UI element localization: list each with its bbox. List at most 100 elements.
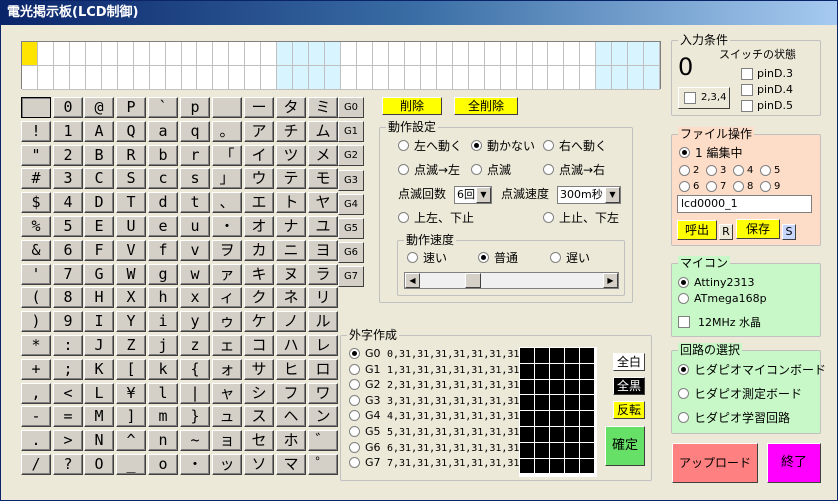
char-button[interactable]: 4: [53, 192, 83, 214]
char-button[interactable]: e: [148, 216, 178, 237]
radio-file-5[interactable]: [760, 165, 771, 176]
char-button[interactable]: *: [21, 335, 51, 356]
radio-gaiji-g6[interactable]: [349, 441, 360, 453]
lcd-cell[interactable]: [69, 66, 86, 90]
radio-move-left[interactable]: [398, 140, 409, 151]
char-button[interactable]: モ: [308, 168, 338, 190]
dot-pixel[interactable]: [580, 395, 594, 411]
lcd-cell[interactable]: [500, 42, 517, 66]
char-button[interactable]: レ: [308, 335, 338, 356]
lcd-cell[interactable]: [117, 66, 134, 90]
char-button[interactable]: ~: [180, 430, 210, 452]
char-button[interactable]: 0: [53, 97, 83, 118]
char-button[interactable]: =: [53, 406, 83, 428]
lcd-cell[interactable]: [181, 42, 198, 66]
char-button[interactable]: t: [180, 192, 210, 214]
pin-d3-checkbox[interactable]: [741, 68, 753, 80]
char-button[interactable]: a: [148, 120, 178, 142]
char-button[interactable]: ニ: [276, 239, 306, 261]
char-button[interactable]: ツ: [276, 144, 306, 166]
char-button[interactable]: O: [84, 454, 114, 475]
char-button[interactable]: ]: [116, 406, 146, 428]
char-button[interactable]: [212, 97, 242, 118]
dot-pixel[interactable]: [520, 426, 534, 442]
char-button[interactable]: 、: [212, 192, 242, 214]
char-button[interactable]: <: [53, 382, 83, 404]
dot-pixel[interactable]: [550, 458, 564, 474]
char-button[interactable]: X: [116, 287, 146, 309]
char-button[interactable]: カ: [244, 239, 274, 261]
char-button[interactable]: R: [116, 144, 146, 166]
lcd-cell[interactable]: [516, 66, 533, 90]
lcd-cell[interactable]: [53, 42, 70, 66]
lcd-cell[interactable]: [37, 42, 54, 66]
radio-attiny[interactable]: [678, 277, 689, 288]
dot-pixel[interactable]: [550, 348, 564, 363]
lcd-cell[interactable]: [564, 66, 581, 90]
radio-normal[interactable]: [478, 252, 489, 263]
lcd-cell[interactable]: [612, 66, 629, 90]
lcd-cell[interactable]: [628, 66, 645, 90]
char-button[interactable]: S: [116, 168, 146, 190]
dot-pixel[interactable]: [550, 395, 564, 411]
lcd-cell[interactable]: [165, 42, 182, 66]
blink-speed-select[interactable]: 300m秒 ▼: [557, 186, 621, 204]
radio-fast[interactable]: [407, 252, 418, 263]
lcd-cell[interactable]: [516, 42, 533, 66]
char-button[interactable]: 7: [53, 263, 83, 285]
speed-slider[interactable]: ◀ ▶: [404, 272, 619, 289]
lcd-cell[interactable]: [165, 66, 182, 90]
radio-file-8[interactable]: [733, 181, 744, 192]
dot-pixel[interactable]: [580, 379, 594, 395]
gaiji-button-g6[interactable]: G6: [338, 242, 364, 264]
dot-pixel[interactable]: [535, 379, 549, 395]
char-button[interactable]: >: [53, 430, 83, 452]
dot-pixel[interactable]: [580, 442, 594, 458]
radio-circuit-1[interactable]: [678, 364, 689, 375]
dot-matrix-editor[interactable]: [519, 347, 597, 477]
char-button[interactable]: (: [21, 287, 51, 309]
char-button[interactable]: H: [84, 287, 114, 309]
lcd-cell[interactable]: [468, 66, 485, 90]
char-button[interactable]: `: [148, 97, 178, 118]
char-button[interactable]: N: [84, 430, 114, 452]
lcd-cell[interactable]: [53, 66, 70, 90]
lcd-cell[interactable]: [277, 42, 294, 66]
lcd-cell[interactable]: [548, 42, 565, 66]
char-button[interactable]: c: [148, 168, 178, 190]
char-button[interactable]: ワ: [308, 382, 338, 404]
radio-file-9[interactable]: [760, 181, 771, 192]
char-button[interactable]: ウ: [244, 168, 274, 190]
char-button[interactable]: 5: [53, 216, 83, 237]
lcd-cell[interactable]: [341, 66, 358, 90]
char-button[interactable]: ラ: [308, 263, 338, 285]
dot-pixel[interactable]: [535, 411, 549, 426]
lcd-cell[interactable]: [293, 66, 310, 90]
lcd-cell[interactable]: [85, 42, 102, 66]
char-button[interactable]: .: [21, 430, 51, 452]
pin-d5-checkbox[interactable]: [741, 100, 753, 112]
char-button[interactable]: q: [180, 120, 210, 142]
crystal-checkbox[interactable]: [678, 316, 690, 328]
char-button[interactable]: ,: [21, 382, 51, 404]
dot-pixel[interactable]: [535, 395, 549, 411]
char-button[interactable]: [: [116, 358, 146, 380]
char-button[interactable]: y: [180, 311, 210, 333]
char-button[interactable]: ム: [308, 120, 338, 142]
call-button[interactable]: 呼出: [677, 220, 717, 240]
dot-pixel[interactable]: [580, 458, 594, 474]
char-button[interactable]: {: [180, 358, 210, 380]
lcd-cell[interactable]: [22, 66, 38, 90]
dot-pixel[interactable]: [535, 426, 549, 442]
char-button[interactable]: }: [180, 406, 210, 428]
lcd-cell[interactable]: [644, 42, 661, 66]
gaiji-button-g5[interactable]: G5: [338, 218, 364, 239]
char-button[interactable]: 8: [53, 287, 83, 309]
char-button[interactable]: ョ: [212, 430, 242, 452]
invert-button[interactable]: 反転: [613, 401, 645, 419]
lcd-cell[interactable]: [149, 42, 166, 66]
char-button[interactable]: n: [148, 430, 178, 452]
lcd-cell[interactable]: [484, 66, 501, 90]
radio-file-3[interactable]: [706, 165, 717, 176]
char-button[interactable]: h: [148, 287, 178, 309]
